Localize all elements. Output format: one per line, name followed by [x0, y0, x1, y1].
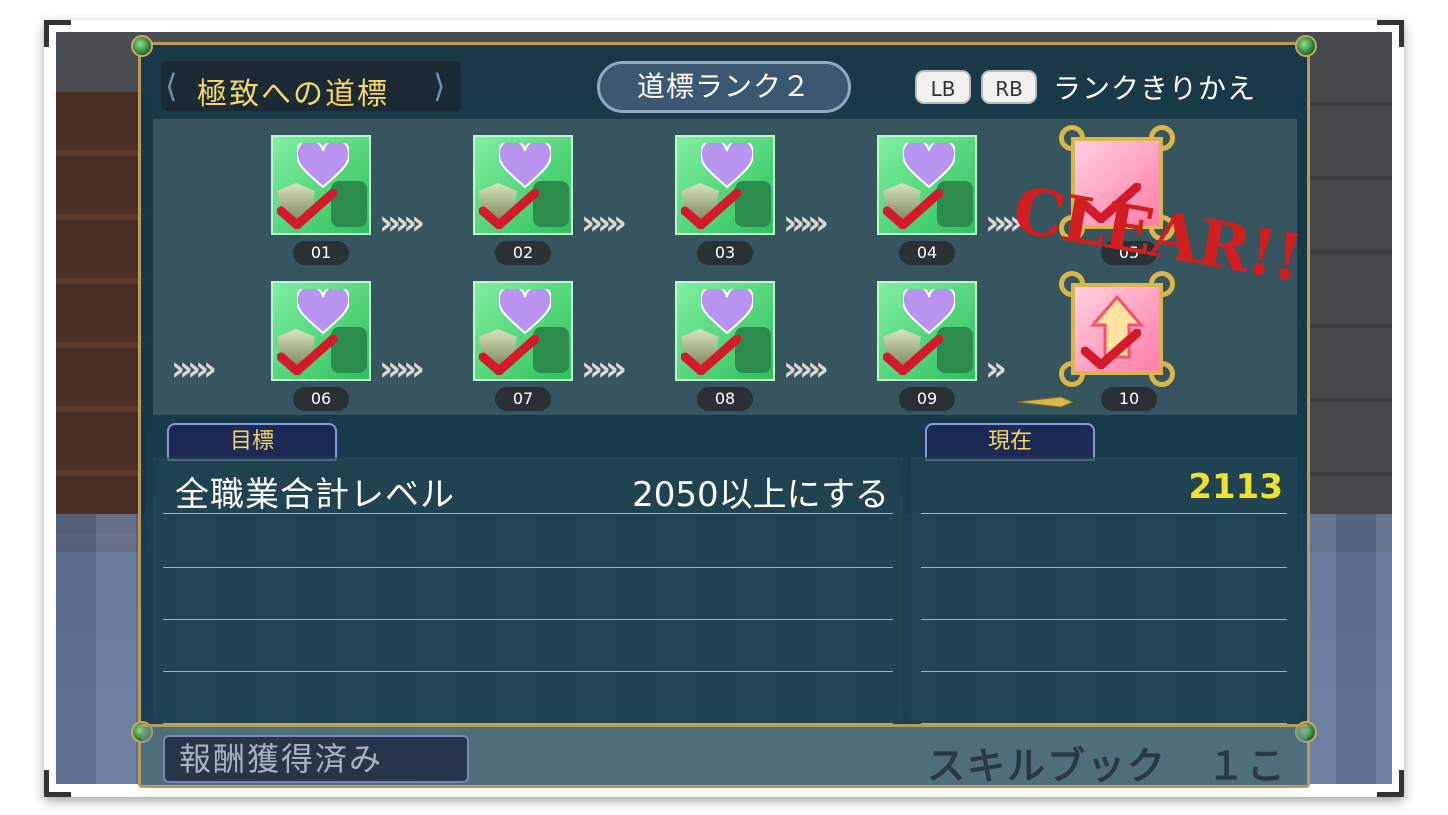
background-pillar	[1302, 32, 1392, 552]
milestone-medal-06[interactable]	[271, 281, 371, 381]
current-list: 2113	[911, 457, 1297, 727]
milestone-medal-01[interactable]	[271, 135, 371, 235]
tab-current: 現在	[925, 423, 1095, 461]
goal-condition: 全職業合計レベル	[175, 475, 455, 515]
reward-bar: 報酬獲得済み スキルブック １こ	[141, 724, 1307, 788]
milestone-board: ››››› ››››› ››››› ›››› ››››› ››››› ›››››…	[153, 119, 1306, 415]
milestone-label-09: 09	[899, 387, 955, 411]
lb-button[interactable]: LB	[915, 70, 971, 104]
check-icon	[479, 189, 539, 229]
milestone-label-02: 02	[495, 241, 551, 265]
panel-title: ⟨ 極致への道標 ⟩	[161, 61, 461, 112]
progress-arrows-icon: ›››››	[581, 203, 627, 243]
rank-switch-label: ランクきりかえ	[1053, 72, 1257, 105]
milestone-medal-02[interactable]	[473, 135, 573, 235]
tab-goal: 目標	[167, 423, 337, 461]
rank-indicator: 道標ランク２	[597, 61, 851, 113]
chevron-left-icon: ⟨	[165, 67, 178, 105]
chevron-right-icon: ⟩	[433, 67, 446, 105]
row-divider	[163, 671, 893, 672]
milestone-label-10: 10	[1101, 387, 1157, 411]
rb-button[interactable]: RB	[981, 70, 1037, 104]
row-divider	[163, 513, 893, 514]
check-icon	[1081, 329, 1141, 369]
progress-arrows-icon: ›››››	[379, 349, 425, 389]
progress-arrows-icon: ››	[985, 349, 1007, 389]
milestone-label-07: 07	[495, 387, 551, 411]
progress-arrows-icon: ›››››	[783, 203, 829, 243]
milestone-medal-08[interactable]	[675, 281, 775, 381]
current-value: 2113	[1188, 467, 1283, 507]
check-icon	[277, 335, 337, 375]
check-icon	[479, 335, 539, 375]
milestone-medal-04[interactable]	[877, 135, 977, 235]
goal-list: 全職業合計レベル 2050以上にする	[153, 457, 903, 727]
progress-arrows-icon: ›››››	[379, 203, 425, 243]
milestone-medal-03[interactable]	[675, 135, 775, 235]
milestone-label-03: 03	[697, 241, 753, 265]
milestone-medal-09[interactable]	[877, 281, 977, 381]
check-icon	[883, 189, 943, 229]
milestone-label-08: 08	[697, 387, 753, 411]
milestone-medal-07[interactable]	[473, 281, 573, 381]
progress-arrows-icon: ›››››	[171, 349, 217, 389]
progress-arrows-icon: ›››››	[581, 349, 627, 389]
milestone-panel: ⟨ 極致への道標 ⟩ 道標ランク２ LB RB ランクきりかえ ››››› ››…	[131, 35, 1317, 788]
reward-item: スキルブック １こ	[926, 744, 1287, 788]
background-door	[56, 92, 146, 552]
milestone-label-04: 04	[899, 241, 955, 265]
current-pointer-icon	[1017, 396, 1073, 408]
milestone-medal-10[interactable]	[1059, 271, 1175, 387]
milestone-label-01: 01	[293, 241, 349, 265]
check-icon	[681, 335, 741, 375]
milestone-label-06: 06	[293, 387, 349, 411]
panel-title-text: 極致への道標	[197, 77, 389, 112]
panel-stud-icon	[1295, 35, 1317, 57]
goal-requirement: 2050以上にする	[632, 475, 889, 515]
row-divider	[921, 619, 1287, 620]
row-divider	[163, 619, 893, 620]
check-icon	[277, 189, 337, 229]
rank-label: 道標ランク２	[636, 70, 811, 103]
check-icon	[883, 335, 943, 375]
row-divider	[163, 567, 893, 568]
reward-status-button[interactable]: 報酬獲得済み	[163, 735, 469, 783]
rank-switch-controls: LB RB ランクきりかえ	[915, 65, 1256, 109]
row-divider	[921, 513, 1287, 514]
check-icon	[681, 189, 741, 229]
progress-arrows-icon: ›››››	[783, 349, 829, 389]
row-divider	[921, 567, 1287, 568]
row-divider	[921, 671, 1287, 672]
panel-stud-icon	[131, 35, 153, 57]
